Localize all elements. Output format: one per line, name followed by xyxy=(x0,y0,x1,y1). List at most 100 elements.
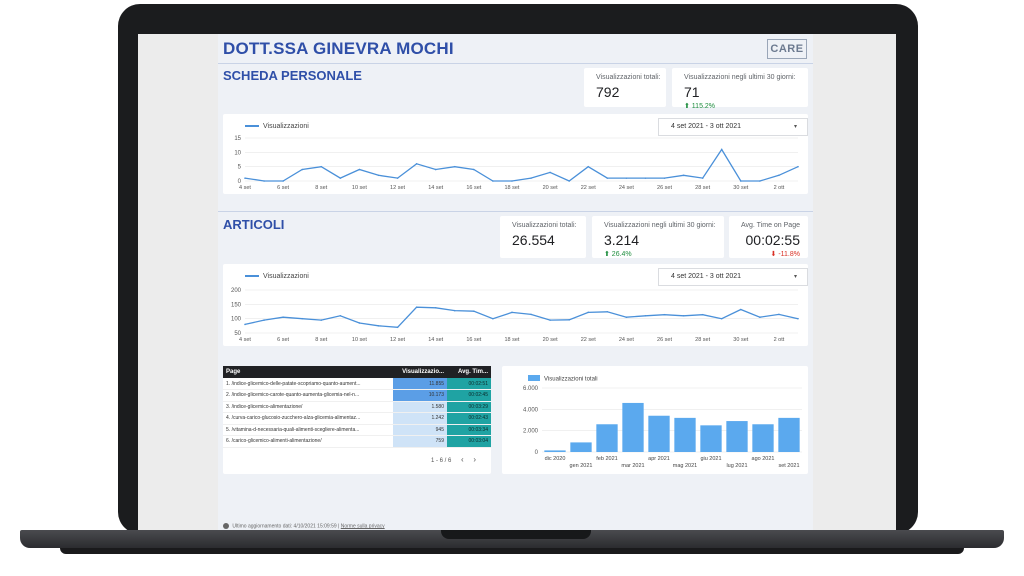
data-point xyxy=(301,317,304,320)
row-number: 6. xyxy=(226,438,231,445)
bar xyxy=(544,450,566,452)
bar xyxy=(778,417,800,452)
x-tick-label: 4 set xyxy=(239,337,251,343)
laptop-screen: DOTT.SSA GINEVRA MOCHI CARE SCHEDA PERSO… xyxy=(138,34,896,532)
kpi-articles-30d: Visualizzazioni negli ultimi 30 giorni: … xyxy=(592,216,724,258)
page-path: /indice-glicemico-delle-patate-scopriamo… xyxy=(231,380,361,387)
data-point xyxy=(682,174,685,177)
data-point xyxy=(530,313,532,316)
data-point xyxy=(434,306,437,309)
x-tick-label: set 2021 xyxy=(778,463,799,469)
views-cell: 1.242 xyxy=(393,412,447,425)
next-page-icon[interactable]: › xyxy=(473,455,476,464)
data-point xyxy=(473,168,475,171)
table-row[interactable]: 2. /indice-glicemico-carote-quanto-aumen… xyxy=(223,389,491,402)
col-header-views[interactable]: Visualizzazio... xyxy=(393,366,447,378)
data-point xyxy=(301,168,304,171)
kpi-label: Avg. Time on Page xyxy=(740,222,800,229)
row-number: 1. xyxy=(226,380,231,387)
x-tick-label: 20 set xyxy=(543,337,558,343)
x-tick-label: mag 2021 xyxy=(673,463,697,469)
page-cell: 1. /indice-glicemico-delle-patate-scopri… xyxy=(223,378,393,390)
x-tick-label: 22 set xyxy=(581,337,596,343)
series-line xyxy=(244,306,799,328)
data-point xyxy=(606,310,609,313)
row-number: 2. xyxy=(226,392,231,399)
bar xyxy=(726,421,748,452)
x-tick-label: 4 set xyxy=(239,185,251,191)
laptop-foot xyxy=(60,548,964,554)
kpi-articles-time: Avg. Time on Page 00:02:55 ⬇ -11.8% xyxy=(729,216,808,258)
section-divider xyxy=(218,211,813,212)
x-tick-label: 2 ott xyxy=(774,185,785,191)
views-cell: 11.855 xyxy=(393,378,447,390)
x-tick-label: 24 set xyxy=(619,185,634,191)
kpi-value: 792 xyxy=(596,84,620,100)
table-row[interactable]: 5. /vitamina-d-necessaria-quali-alimenti… xyxy=(223,424,491,436)
x-tick-label: mar 2021 xyxy=(621,463,644,469)
time-cell: 00:02:45 xyxy=(447,389,491,402)
table-row[interactable]: 4. /curva-carico-glucosio-zucchero-alza-… xyxy=(223,412,491,425)
privacy-link[interactable]: Norme sulla privacy xyxy=(341,523,385,529)
x-tick-label: 24 set xyxy=(619,337,634,343)
pages-table: Page Visualizzazio... Avg. Tim... 1. /in… xyxy=(223,366,491,448)
data-point xyxy=(282,180,284,182)
chart-card-articles: Visualizzazioni 4 set 2021 - 3 ott 2021 ▾… xyxy=(223,264,808,346)
kpi-label: Visualizzazioni totali: xyxy=(596,74,661,81)
data-point xyxy=(720,317,723,320)
table-row[interactable]: 6. /carico-glicemico-alimenti-alimentazi… xyxy=(223,435,491,448)
data-point xyxy=(778,174,780,177)
data-point xyxy=(453,309,456,312)
prev-page-icon[interactable]: ‹ xyxy=(461,455,464,464)
bar xyxy=(622,402,644,452)
page-cell: 3. /indice-glicemico-alimentazione/ xyxy=(223,401,393,413)
time-cell: 00:02:51 xyxy=(447,378,491,390)
table-row[interactable]: 3. /indice-glicemico-alimentazione/1.580… xyxy=(223,401,491,413)
series-line xyxy=(244,148,799,182)
data-point xyxy=(263,319,265,321)
page-path: /vitamina-d-necessaria-quali-alimenti-sc… xyxy=(231,426,360,433)
y-tick-label: 200 xyxy=(231,288,242,294)
row-number: 4. xyxy=(226,415,231,422)
x-tick-label: 22 set xyxy=(581,185,596,191)
x-tick-label: 8 set xyxy=(315,185,327,191)
kpi-delta: ⬇ -11.8% xyxy=(770,251,800,258)
legend-swatch xyxy=(528,375,540,381)
data-point xyxy=(644,177,647,179)
data-point xyxy=(739,180,742,182)
data-point xyxy=(625,177,628,179)
data-point xyxy=(511,180,513,182)
kpi-personal-total: Visualizzazioni totali: 792 xyxy=(584,68,666,107)
x-tick-label: 18 set xyxy=(504,337,519,343)
kpi-value: 3.214 xyxy=(604,232,640,248)
data-point xyxy=(797,165,799,168)
bar xyxy=(674,417,696,452)
x-tick-label: 30 set xyxy=(733,185,748,191)
x-tick-label: 6 set xyxy=(277,337,289,343)
x-tick-label: 18 set xyxy=(504,185,519,191)
data-point xyxy=(663,313,666,316)
col-header-time[interactable]: Avg. Tim... xyxy=(447,366,491,378)
data-point xyxy=(682,315,685,317)
page-cell: 5. /vitamina-d-necessaria-quali-alimenti… xyxy=(223,424,393,436)
table-row[interactable]: 1. /indice-glicemico-delle-patate-scopri… xyxy=(223,378,491,390)
line-chart-articles: 501001502004 set 6 set 8 set 10 set 12 set 14… xyxy=(231,288,799,343)
info-icon xyxy=(223,523,229,529)
x-tick-label: 12 set xyxy=(390,337,405,343)
kpi-label: Visualizzazioni totali: xyxy=(512,222,577,229)
data-point xyxy=(377,325,380,327)
kpi-value: 00:02:55 xyxy=(745,232,801,248)
kpi-delta: ⬆ 26.4% xyxy=(604,251,632,258)
x-tick-label: 12 set xyxy=(390,185,405,191)
data-point xyxy=(473,310,475,313)
y-tick-label: 10 xyxy=(234,150,241,156)
x-tick-label: feb 2021 xyxy=(596,456,617,462)
kpi-delta: ⬆ 115.2% xyxy=(684,103,716,110)
data-point xyxy=(358,168,361,171)
bar xyxy=(752,424,774,452)
data-point xyxy=(415,306,418,308)
page-path: /curva-carico-glucosio-zucchero-alza-gli… xyxy=(231,415,361,422)
col-header-page[interactable]: Page xyxy=(223,366,393,378)
table-pager: 1 - 6 / 6 ‹ › xyxy=(431,455,476,464)
y-tick-label: 150 xyxy=(231,302,242,308)
